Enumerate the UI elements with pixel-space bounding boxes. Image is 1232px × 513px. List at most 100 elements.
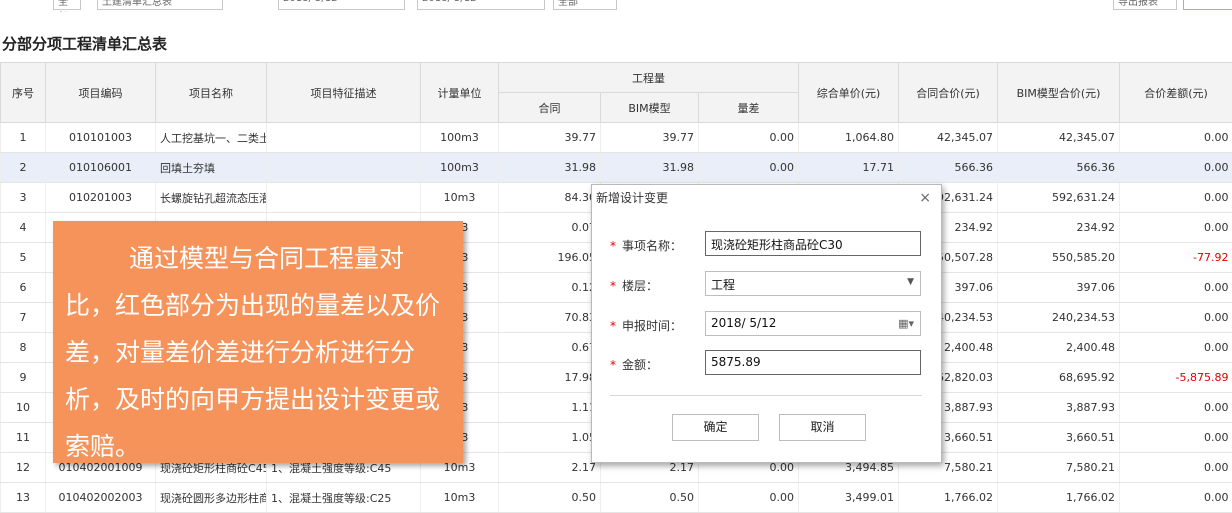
filter-select-1[interactable]: 全部 <box>53 0 81 10</box>
filter-select-2[interactable]: 全部 <box>553 0 617 10</box>
toolbar: 全部 土建清单汇总表 2018/ 5/12 2018/ 5/12 全部 导出报表 <box>0 0 1232 12</box>
cell-bim-total: 240,234.53 <box>997 302 1120 333</box>
cell-bim-total: 566.36 <box>997 152 1120 183</box>
chevron-down-icon: ▼ <box>907 277 914 287</box>
report-type-select[interactable]: 土建清单汇总表 <box>97 0 223 10</box>
cell-qty-diff: 0.00 <box>697 122 799 153</box>
name-label: 事项名称： <box>622 239 683 253</box>
cell-contract-qty: 196.05 <box>498 242 601 273</box>
cell-unit-price: 17.71 <box>798 152 899 183</box>
header-bim-total: BIM模型合价(元) <box>997 62 1121 123</box>
cell-unit: 100m3 <box>420 152 499 183</box>
header-qty-diff: 量差 <box>697 92 800 123</box>
cell-unit-price: 1,064.80 <box>798 122 899 153</box>
cell-code: 010201003 <box>45 182 156 213</box>
header-bim-qty: BIM模型 <box>600 92 699 123</box>
cell-total-diff: 0.00 <box>1119 332 1232 363</box>
cell-qty-diff: 0.00 <box>697 482 799 513</box>
header-seq: 序号 <box>0 62 46 123</box>
cell-seq: 10 <box>0 392 46 423</box>
export-button[interactable]: 导出报表 <box>1113 0 1177 10</box>
date-to-input[interactable]: 2018/ 5/12 <box>417 0 545 10</box>
header-code: 项目编码 <box>45 62 156 123</box>
cell-unit: 100m3 <box>420 122 499 153</box>
cell-seq: 9 <box>0 362 46 393</box>
cell-code: 010402002003 <box>45 482 156 513</box>
dialog-header: 新增设计变更 × <box>592 185 941 211</box>
header-qty-group: 工程量 <box>497 62 800 93</box>
cell-total-diff: -5,875.89 <box>1119 362 1232 393</box>
cell-bim-total: 234.92 <box>997 212 1120 243</box>
amount-input[interactable]: 5875.89 <box>705 350 921 375</box>
cell-total-diff: 0.00 <box>1119 482 1232 513</box>
cell-name: 现浇砼圆形多边形柱商砼 <box>155 482 267 513</box>
cell-seq: 1 <box>0 122 46 153</box>
divider <box>610 395 922 396</box>
orange-button[interactable] <box>1183 0 1232 10</box>
table-row[interactable]: 2 010106001 回填土夯填 100m3 31.98 31.98 0.00 17.71 5… <box>0 152 1232 183</box>
page-title: 分部分项工程清单汇总表 <box>2 35 168 53</box>
floor-select[interactable]: 工程 ▼ <box>705 271 921 296</box>
cell-unit: 10m3 <box>420 482 499 513</box>
calendar-icon[interactable]: ▦▾ <box>898 317 914 330</box>
cell-seq: 11 <box>0 422 46 453</box>
cell-bim-total: 1,766.02 <box>997 482 1120 513</box>
cell-contract-qty: 0.12 <box>498 272 601 303</box>
amount-label: 金额： <box>622 358 659 372</box>
confirm-button[interactable]: 确定 <box>672 414 759 441</box>
cell-bim-total: 592,631.24 <box>997 182 1120 213</box>
table-row[interactable]: 13010402002003现浇砼圆形多边形柱商砼1、混凝土强度等级:C2510… <box>0 482 1232 513</box>
cell-name: 人工挖基坑一、二类土深 <box>155 122 267 153</box>
cell-contract-total: 42,345.07 <box>898 122 998 153</box>
field-floor-label: * 楼层： <box>610 277 658 294</box>
cell-contract-qty: 84.30 <box>498 182 601 213</box>
cell-contract-qty: 1.11 <box>498 392 601 423</box>
cell-total-diff: 0.00 <box>1119 122 1232 153</box>
required-star: * <box>610 358 616 372</box>
cell-seq: 3 <box>0 182 46 213</box>
cell-seq: 5 <box>0 242 46 273</box>
header-contract-total: 合同合价(元) <box>898 62 999 123</box>
field-name-label: * 事项名称： <box>610 237 682 254</box>
cell-contract-qty: 0.67 <box>498 332 601 363</box>
cell-bim-total: 3,660.51 <box>997 422 1120 453</box>
close-icon[interactable]: × <box>919 185 931 211</box>
cell-total-diff: 0.00 <box>1119 182 1232 213</box>
floor-value: 工程 <box>711 278 736 292</box>
cell-seq: 12 <box>0 452 46 483</box>
cell-total-diff: 0.00 <box>1119 452 1232 483</box>
item-name-input[interactable]: 现浇砼矩形柱商品砼C30 <box>705 231 921 256</box>
cell-seq: 6 <box>0 272 46 303</box>
cell-bim-qty: 31.98 <box>600 152 699 183</box>
report-date-picker[interactable]: 2018/ 5/12 ▦▾ <box>705 311 921 336</box>
cell-code: 010106001 <box>45 152 156 183</box>
cell-contract-qty: 1.05 <box>498 422 601 453</box>
cell-desc <box>266 122 421 153</box>
date-label: 申报时间： <box>622 319 683 333</box>
cell-bim-total: 42,345.07 <box>997 122 1120 153</box>
cell-bim-total: 397.06 <box>997 272 1120 303</box>
cell-bim-total: 68,695.92 <box>997 362 1120 393</box>
header-unit: 计量单位 <box>420 62 499 123</box>
floor-label: 楼层： <box>622 279 659 293</box>
cell-contract-qty: 0.07 <box>498 212 601 243</box>
cell-bim-total: 7,580.21 <box>997 452 1120 483</box>
field-date-label: * 申报时间： <box>610 317 682 334</box>
cell-total-diff: 0.00 <box>1119 302 1232 333</box>
date-from-input[interactable]: 2018/ 5/12 <box>278 0 405 10</box>
header-desc: 项目特征描述 <box>266 62 421 123</box>
header-total-diff: 合价差额(元) <box>1119 62 1232 123</box>
cell-total-diff: 0.00 <box>1119 392 1232 423</box>
cell-total-diff: 0.00 <box>1119 152 1232 183</box>
cell-contract-total: 1,766.02 <box>898 482 998 513</box>
cell-desc <box>266 182 421 213</box>
cell-contract-qty: 39.77 <box>498 122 601 153</box>
cell-total-diff: -77.92 <box>1119 242 1232 273</box>
cell-seq: 4 <box>0 212 46 243</box>
cancel-button[interactable]: 取消 <box>779 414 866 441</box>
cell-bim-total: 3,887.93 <box>997 392 1120 423</box>
table-row[interactable]: 1010101003人工挖基坑一、二类土深100m339.7739.770.00… <box>0 122 1232 153</box>
cell-seq: 8 <box>0 332 46 363</box>
cell-seq: 13 <box>0 482 46 513</box>
cell-bim-total: 2,400.48 <box>997 332 1120 363</box>
